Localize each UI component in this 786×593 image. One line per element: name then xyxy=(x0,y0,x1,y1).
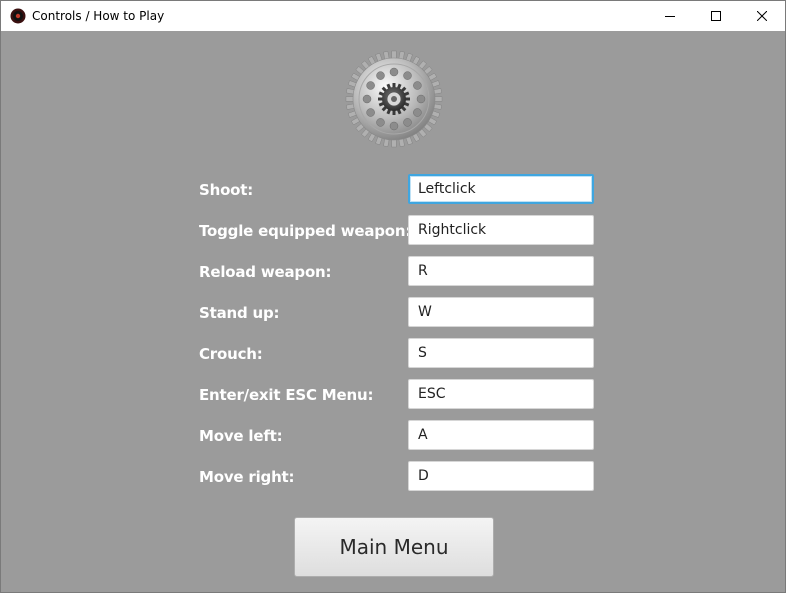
stand-up-key-input[interactable] xyxy=(408,297,594,327)
gear-app-icon xyxy=(10,8,26,24)
control-row-shoot: Shoot: xyxy=(1,174,785,204)
move-right-key-input[interactable] xyxy=(408,461,594,491)
controls-window: Controls / How to Play Shoot: Leftclick … xyxy=(0,0,786,593)
gear-logo-icon xyxy=(345,50,443,148)
control-label: Move left: xyxy=(199,427,283,445)
shoot-key-input[interactable] xyxy=(408,174,594,204)
main-menu-button[interactable]: Main Menu xyxy=(294,517,494,577)
control-row-move-right: Move right: xyxy=(1,461,785,491)
minimize-icon xyxy=(665,16,675,17)
toggle-weapon-key-input[interactable] xyxy=(408,215,594,245)
control-label: Stand up: xyxy=(199,304,280,322)
maximize-button[interactable] xyxy=(693,1,739,31)
reload-key-input[interactable] xyxy=(408,256,594,286)
control-row-crouch: Crouch: xyxy=(1,338,785,368)
controls-content: Shoot: Toggle equipped weapon: Reload we… xyxy=(1,31,785,592)
maximize-icon xyxy=(711,11,721,21)
window-controls xyxy=(647,1,785,31)
control-label: Move right: xyxy=(199,468,295,486)
esc-menu-key-input[interactable] xyxy=(408,379,594,409)
crouch-key-input[interactable] xyxy=(408,338,594,368)
window-title: Controls / How to Play xyxy=(32,9,165,23)
control-row-stand-up: Stand up: xyxy=(1,297,785,327)
control-label: Enter/exit ESC Menu: xyxy=(199,386,374,404)
control-label: Crouch: xyxy=(199,345,263,363)
control-label: Shoot: xyxy=(199,181,254,199)
control-row-esc-menu: Enter/exit ESC Menu: xyxy=(1,379,785,409)
control-row-reload: Reload weapon: xyxy=(1,256,785,286)
minimize-button[interactable] xyxy=(647,1,693,31)
control-label: Reload weapon: xyxy=(199,263,332,281)
control-row-move-left: Move left: xyxy=(1,420,785,450)
close-button[interactable] xyxy=(739,1,785,31)
control-label: Toggle equipped weapon: xyxy=(199,222,412,240)
close-icon xyxy=(757,11,767,21)
title-bar[interactable]: Controls / How to Play xyxy=(1,1,785,31)
control-row-toggle-weapon: Toggle equipped weapon: xyxy=(1,215,785,245)
move-left-key-input[interactable] xyxy=(408,420,594,450)
